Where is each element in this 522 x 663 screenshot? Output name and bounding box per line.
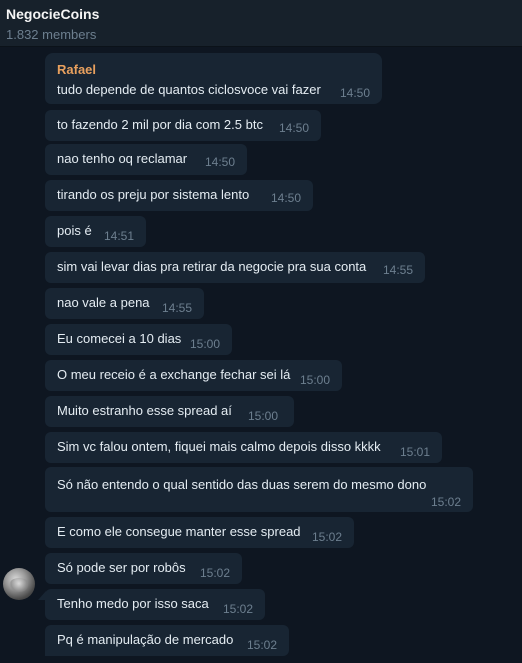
message-bubble[interactable]: Pq é manipulação de mercado 15:02: [45, 625, 289, 656]
message-text: Tenho medo por isso saca: [57, 596, 209, 611]
message-text: nao tenho oq reclamar: [57, 151, 188, 166]
telegram-chat-window: NegocieCoins 1.832 members Rafael tudo d…: [0, 0, 522, 663]
message-text: Muito estranho esse spread aí: [57, 403, 232, 418]
message-time: 15:00: [300, 373, 331, 387]
message-bubble[interactable]: Rafael tudo depende de quantos ciclosvoc…: [45, 53, 382, 104]
message-time: 15:02: [431, 495, 462, 509]
message-bubble[interactable]: to fazendo 2 mil por dia com 2.5 btc 14:…: [45, 110, 321, 141]
message-text: pois é: [57, 223, 92, 238]
message-bubble[interactable]: nao vale a pena 14:55: [45, 288, 204, 319]
message-text: E como ele consegue manter esse spread: [57, 524, 301, 539]
message-text: tirando os preju por sistema lento: [57, 187, 250, 202]
message-bubble[interactable]: Eu comecei a 10 dias 15:00: [45, 324, 232, 355]
message-time: 15:00: [190, 337, 221, 351]
chat-title[interactable]: NegocieCoins: [6, 6, 99, 22]
message-time: 14:55: [383, 263, 414, 277]
message-text: Só não entendo o qual sentido das duas s…: [57, 477, 427, 492]
message-text: Pq é manipulação de mercado: [57, 632, 234, 647]
message-text: nao vale a pena: [57, 295, 150, 310]
message-bubble[interactable]: Tenho medo por isso saca 15:02: [45, 589, 265, 620]
message-list[interactable]: Rafael tudo depende de quantos ciclosvoc…: [0, 47, 522, 663]
message-text: Sim vc falou ontem, fiquei mais calmo de…: [57, 439, 381, 454]
message-bubble[interactable]: tirando os preju por sistema lento 14:50: [45, 180, 313, 211]
chat-header[interactable]: NegocieCoins 1.832 members: [0, 0, 522, 47]
message-bubble[interactable]: Só não entendo o qual sentido das duas s…: [45, 467, 473, 512]
message-text: tudo depende de quantos ciclosvoce vai f…: [57, 82, 321, 97]
message-bubble[interactable]: pois é 14:51: [45, 216, 146, 247]
message-text: Só pode ser por robôs: [57, 560, 186, 575]
message-time: 15:02: [247, 638, 278, 652]
members-count: 1.832 members: [6, 27, 97, 42]
message-bubble[interactable]: Sim vc falou ontem, fiquei mais calmo de…: [45, 432, 442, 463]
bubble-tail: [38, 591, 46, 600]
message-bubble[interactable]: Muito estranho esse spread aí 15:00: [45, 396, 294, 427]
message-time: 14:51: [104, 229, 135, 243]
message-bubble[interactable]: Só pode ser por robôs 15:02: [45, 553, 242, 584]
message-bubble[interactable]: nao tenho oq reclamar 14:50: [45, 144, 247, 175]
message-time: 14:50: [340, 86, 371, 100]
message-text: O meu receio é a exchange fechar sei lá: [57, 367, 291, 382]
message-time: 14:50: [279, 121, 310, 135]
message-bubble[interactable]: O meu receio é a exchange fechar sei lá …: [45, 360, 342, 391]
message-text: Eu comecei a 10 dias: [57, 331, 182, 346]
message-time: 15:02: [223, 602, 254, 616]
message-bubble[interactable]: sim vai levar dias pra retirar da negoci…: [45, 252, 425, 283]
message-time: 14:55: [162, 301, 193, 315]
message-bubble[interactable]: E como ele consegue manter esse spread 1…: [45, 517, 354, 548]
message-time: 15:00: [248, 409, 279, 423]
message-time: 15:01: [400, 445, 431, 459]
message-time: 14:50: [271, 191, 302, 205]
message-text: sim vai levar dias pra retirar da negoci…: [57, 259, 367, 274]
message-time: 14:50: [205, 155, 236, 169]
sender-avatar[interactable]: [3, 568, 35, 600]
message-text: to fazendo 2 mil por dia com 2.5 btc: [57, 117, 263, 132]
message-time: 15:02: [312, 530, 343, 544]
sender-name[interactable]: Rafael: [57, 62, 96, 77]
message-time: 15:02: [200, 566, 231, 580]
